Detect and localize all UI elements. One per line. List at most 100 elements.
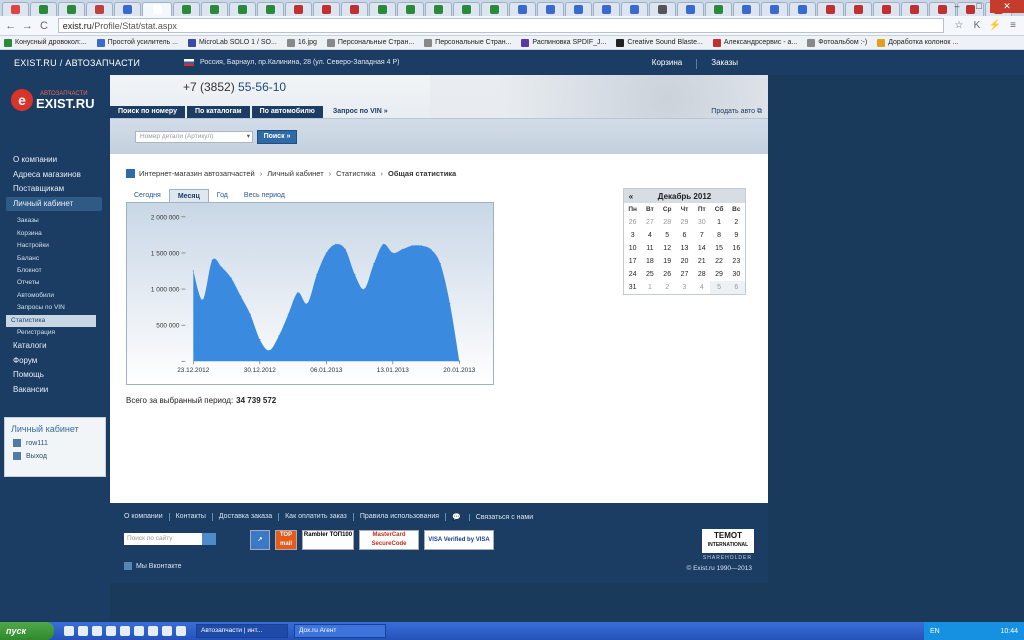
quick-launch-icon[interactable] [176,626,186,636]
calendar-day[interactable]: 29 [710,268,727,281]
browser-tab[interactable] [845,2,872,16]
start-button[interactable]: пуск [0,622,54,640]
bookmark-item[interactable]: Александрсервис - а... [712,38,797,47]
browser-tab[interactable] [537,2,564,16]
calendar-day[interactable]: 31 [624,281,641,294]
arrow-badge-icon[interactable]: ↗ [250,530,270,550]
footer-link-contact-us[interactable]: 💬 Связаться с нами [445,513,545,521]
rambler-badge[interactable]: Rambler ТОП100 [302,530,354,550]
browser-tab[interactable] [86,2,113,16]
browser-tab[interactable] [453,2,480,16]
bookmark-item[interactable]: Creative Sound Blaste... [616,38,703,47]
site-search-input[interactable]: Поиск по сайту [124,533,202,545]
quick-launch-icon[interactable] [162,626,172,636]
menu-item[interactable]: Личный кабинет [6,196,102,212]
bookmark-item[interactable]: Распиновка SPDIF_J... [521,38,606,47]
breadcrumb-account[interactable]: Личный кабинет [267,169,323,178]
calendar-day[interactable]: 26 [624,216,641,229]
submenu-item[interactable]: Настройки [0,240,110,252]
calendar-prev-button[interactable]: « [624,192,638,201]
taskbar-chrome[interactable]: Автозапчасти | инт... [196,624,288,638]
extension-icon[interactable]: K [970,20,984,31]
mastercard-badge[interactable]: MasterCard SecureCode [359,530,419,550]
logout-link[interactable]: Выход [5,447,105,460]
footer-link-payment[interactable]: Как оплатить заказ [278,513,353,521]
tab-search-by-number[interactable]: Поиск по номеру [110,106,185,118]
calendar-day[interactable]: 7 [693,229,710,242]
extension-icon-2[interactable]: ⚡ [988,20,1002,31]
browser-tab[interactable] [593,2,620,16]
calendar-day[interactable]: 11 [641,242,658,255]
browser-tab[interactable] [649,2,676,16]
calendar-day[interactable]: 27 [641,216,658,229]
quick-launch-icon[interactable] [92,626,102,636]
browser-tab[interactable] [761,2,788,16]
part-number-input[interactable]: Номер детали (Артикул) ▾ [135,131,253,143]
breadcrumb-shop[interactable]: Интернет-магазин автозапчастей [139,169,255,178]
calendar-day[interactable]: 30 [693,216,710,229]
sell-car-link[interactable]: Продать авто ⧉ [711,108,762,116]
browser-tab[interactable] [425,2,452,16]
back-icon[interactable]: ← [4,19,18,33]
browser-tab[interactable] [705,2,732,16]
bookmark-item[interactable]: MicroLab SOLO 1 / SO... [188,38,277,47]
browser-tab[interactable] [369,2,396,16]
submenu-item[interactable]: Баланс [0,253,110,265]
browser-tab[interactable] [481,2,508,16]
menu-item[interactable]: Форум [0,354,110,369]
browser-tab[interactable] [30,2,57,16]
tab-month[interactable]: Месяц [168,189,209,203]
tab-all-time[interactable]: Весь период [236,189,293,203]
site-title[interactable]: EXIST.RU / АВТОЗАПЧАСТИ [14,58,140,68]
menu-icon[interactable]: ≡ [1006,20,1020,31]
footer-link-rules[interactable]: Правила использования [352,513,445,521]
submenu-item[interactable]: Отчеты [0,277,110,289]
topmail-badge[interactable]: TOP mail [275,530,297,550]
calendar-day[interactable]: 30 [728,268,745,281]
breadcrumb-stats[interactable]: Статистика [336,169,375,178]
language-indicator[interactable]: EN [924,628,940,635]
calendar-day[interactable]: 4 [693,281,710,294]
calendar-day[interactable]: 2 [659,281,676,294]
browser-tab[interactable] [313,2,340,16]
calendar-day[interactable]: 17 [624,255,641,268]
submenu-item[interactable]: Регистрация [0,327,110,339]
reload-icon[interactable]: C [37,19,51,33]
calendar-day[interactable]: 20 [676,255,693,268]
bookmark-item[interactable]: Конусный дровокол:... [4,38,87,47]
bookmark-item[interactable]: Фотоальбом :-) [807,38,867,47]
submenu-item[interactable]: Блокнот [0,265,110,277]
quick-launch-icon[interactable] [64,626,74,636]
calendar-day[interactable]: 29 [676,216,693,229]
orders-link[interactable]: Заказы [697,58,752,69]
calendar-day[interactable]: 3 [624,229,641,242]
tab-year[interactable]: Год [209,189,236,203]
vk-link[interactable]: Мы Вконтакте [124,562,182,570]
browser-tab[interactable] [285,2,312,16]
browser-tab[interactable] [733,2,760,16]
browser-tab[interactable] [873,2,900,16]
calendar-day[interactable]: 5 [710,281,728,294]
calendar-day[interactable]: 18 [641,255,658,268]
calendar-day[interactable]: 24 [624,268,641,281]
calendar-day[interactable]: 23 [728,255,745,268]
calendar-day[interactable]: 2 [728,216,745,229]
calendar-day[interactable]: 19 [659,255,676,268]
tab-by-car[interactable]: По автомобилю [251,106,323,118]
calendar-day[interactable]: 15 [710,242,727,255]
submenu-item[interactable]: Корзина [0,228,110,240]
calendar-day[interactable]: 1 [710,216,727,229]
menu-item[interactable]: Поставщикам [0,182,110,197]
calendar-day[interactable]: 21 [693,255,710,268]
submenu-item[interactable]: Автомобили [0,290,110,302]
calendar-day[interactable]: 22 [710,255,727,268]
quick-launch-icon[interactable] [120,626,130,636]
tab-today[interactable]: Сегодня [126,189,169,203]
cart-link[interactable]: Корзина [638,58,696,69]
bookmark-item[interactable]: 16.jpg [286,38,317,47]
bookmark-star-icon[interactable]: ☆ [952,20,966,31]
address-bar[interactable]: exist.ru/Profile/Stat/stat.aspx [57,18,944,33]
home-icon[interactable] [126,169,135,178]
tab-vin-request[interactable]: Запрос по VIN » [325,106,396,118]
calendar-day[interactable]: 3 [676,281,693,294]
